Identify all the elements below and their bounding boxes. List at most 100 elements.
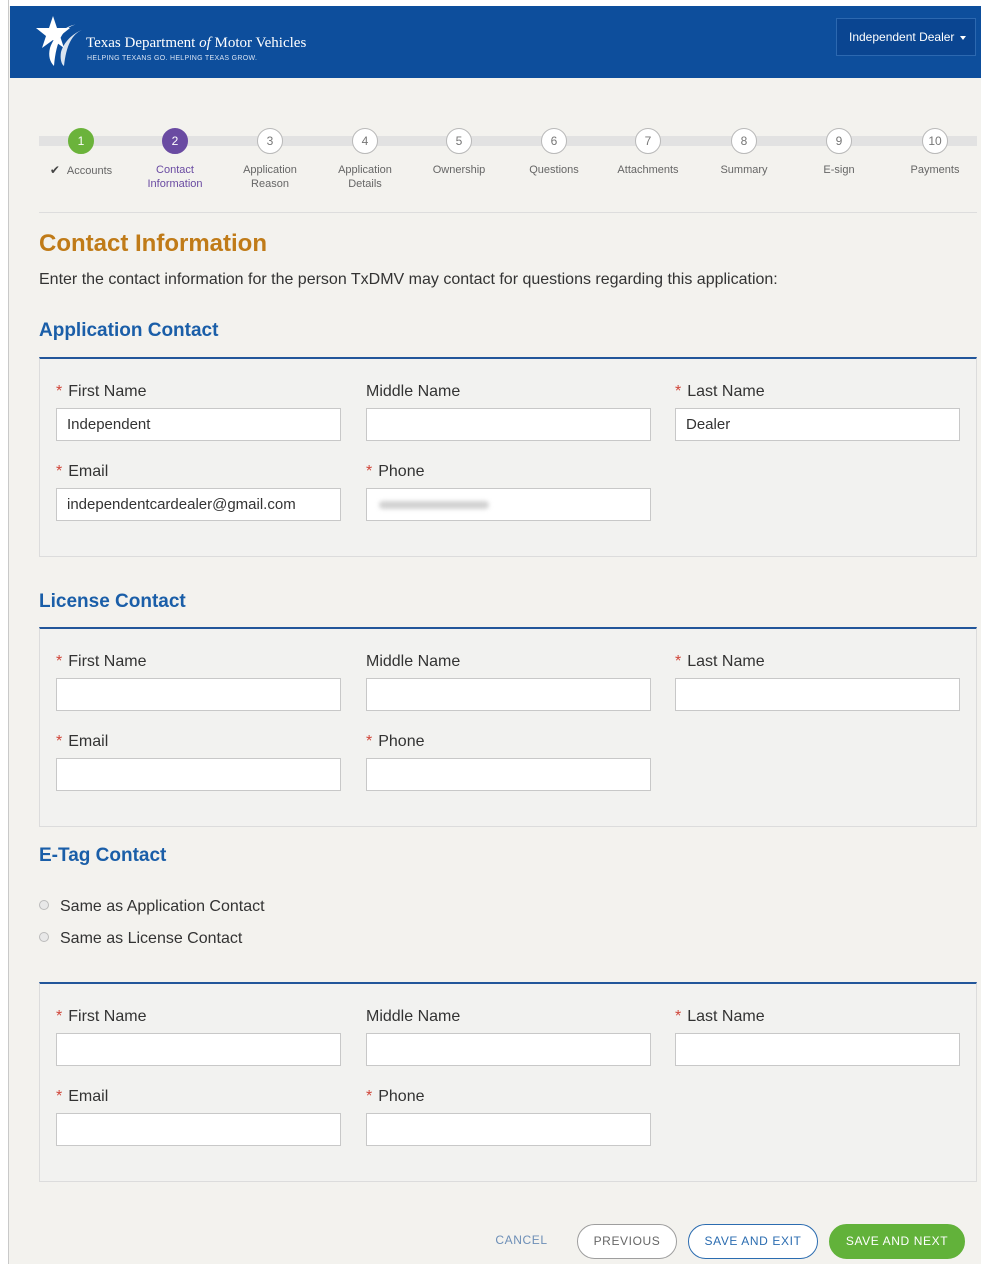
step-e-sign[interactable]: 9 E-sign — [789, 128, 889, 177]
required-marker: * — [56, 653, 63, 670]
etag-email-input[interactable] — [56, 1113, 341, 1146]
redacted-phone-value — [379, 501, 489, 509]
etag-contact-panel: * First Name Middle Name * Last Name * Emai… — [39, 982, 977, 1182]
license-phone-input[interactable] — [366, 758, 651, 791]
step-label: E-sign — [823, 164, 855, 176]
step-label-wrap: ✔ Accounts — [31, 163, 131, 178]
label-text: Email — [68, 733, 109, 750]
label-text: Last Name — [687, 1008, 765, 1025]
step-ownership[interactable]: 5 Ownership — [409, 128, 509, 177]
last-name-label: * Last Name — [675, 1008, 765, 1026]
step-number: 7 — [635, 128, 661, 154]
previous-button[interactable]: PREVIOUS — [577, 1224, 677, 1259]
step-number: 4 — [352, 128, 378, 154]
label-text: Email — [68, 463, 109, 480]
middle-name-label: Middle Name — [366, 653, 461, 670]
step-contact-information[interactable]: 2 Contact Information — [125, 128, 225, 191]
last-name-label: * Last Name — [675, 383, 765, 401]
user-menu-button[interactable]: Independent Dealer — [836, 18, 976, 56]
application-last-name-input[interactable] — [675, 408, 960, 441]
etag-middle-name-input[interactable] — [366, 1033, 651, 1066]
label-text: First Name — [68, 653, 147, 670]
radio-button[interactable] — [39, 900, 49, 910]
license-email-input[interactable] — [56, 758, 341, 791]
agency-name-part: Motor Vehicles — [210, 35, 307, 51]
label-text: Email — [68, 1088, 109, 1105]
label-text: Phone — [378, 733, 425, 750]
label-text: First Name — [68, 383, 147, 400]
site-header: Texas Department of Motor Vehicles HELPI… — [10, 6, 981, 78]
step-label: Attachments — [617, 164, 679, 176]
step-application-reason[interactable]: 3 Application Reason — [220, 128, 320, 191]
save-and-next-button[interactable]: SAVE AND NEXT — [829, 1224, 965, 1259]
step-summary[interactable]: 8 Summary — [694, 128, 794, 177]
license-contact-panel: * First Name Middle Name * Last Name * Emai… — [39, 627, 977, 827]
agency-tagline: HELPING TEXANS GO. HELPING TEXAS GROW. — [87, 55, 258, 62]
step-application-details[interactable]: 4 Application Details — [315, 128, 415, 191]
header-divider — [39, 212, 977, 213]
required-marker: * — [56, 383, 63, 400]
step-number: 3 — [257, 128, 283, 154]
label-text: Phone — [378, 1088, 425, 1105]
save-and-exit-button[interactable]: SAVE AND EXIT — [688, 1224, 818, 1259]
page-title: Contact Information — [39, 230, 267, 257]
required-marker: * — [675, 653, 682, 670]
label-text: Last Name — [687, 383, 765, 400]
step-label: Questions — [529, 164, 579, 176]
agency-name-of: of — [199, 35, 211, 51]
label-text: Phone — [378, 463, 425, 480]
required-marker: * — [56, 463, 63, 480]
step-label: Ownership — [432, 164, 486, 176]
license-middle-name-input[interactable] — [366, 678, 651, 711]
agency-name[interactable]: Texas Department of Motor Vehicles — [86, 35, 306, 52]
step-label: Application Reason — [243, 164, 297, 190]
user-menu-label: Independent Dealer — [849, 30, 955, 44]
required-marker: * — [366, 733, 373, 750]
step-number: 10 — [922, 128, 948, 154]
radio-button[interactable] — [39, 932, 49, 942]
step-payments[interactable]: 10 Payments — [885, 128, 981, 177]
application-email-input[interactable] — [56, 488, 341, 521]
step-number: 5 — [446, 128, 472, 154]
first-name-label: * First Name — [56, 653, 146, 671]
step-questions[interactable]: 6 Questions — [504, 128, 604, 177]
application-phone-input[interactable] — [366, 488, 651, 521]
required-marker: * — [675, 383, 682, 400]
step-number: 1 — [68, 128, 94, 154]
email-label: * Email — [56, 463, 108, 481]
step-label: Contact Information — [147, 164, 203, 190]
same-as-application-option[interactable]: Same as Application Contact — [39, 898, 265, 916]
required-marker: * — [56, 1088, 63, 1105]
license-last-name-input[interactable] — [675, 678, 960, 711]
etag-phone-input[interactable] — [366, 1113, 651, 1146]
email-label: * Email — [56, 733, 108, 751]
step-accounts[interactable]: 1 ✔ Accounts — [31, 128, 131, 178]
etag-first-name-input[interactable] — [56, 1033, 341, 1066]
agency-name-part: Texas Department — [86, 35, 200, 51]
required-marker: * — [366, 1088, 373, 1105]
required-marker: * — [366, 463, 373, 480]
first-name-label: * First Name — [56, 383, 146, 401]
application-first-name-input[interactable] — [56, 408, 341, 441]
texas-star-logo-icon[interactable] — [26, 12, 86, 72]
application-middle-name-input[interactable] — [366, 408, 651, 441]
step-label: Accounts — [66, 165, 113, 177]
cancel-button[interactable]: CANCEL — [484, 1224, 559, 1259]
section-title-etag-contact: E-Tag Contact — [39, 845, 167, 866]
checkmark-icon: ✔ — [49, 163, 60, 177]
middle-name-label: Middle Name — [366, 383, 461, 400]
phone-label: * Phone — [366, 1088, 425, 1106]
phone-label: * Phone — [366, 733, 425, 751]
step-label: Payments — [910, 164, 960, 176]
phone-label: * Phone — [366, 463, 425, 481]
label-text: First Name — [68, 1008, 147, 1025]
step-attachments[interactable]: 7 Attachments — [598, 128, 698, 177]
required-marker: * — [56, 1008, 63, 1025]
license-first-name-input[interactable] — [56, 678, 341, 711]
same-as-license-option[interactable]: Same as License Contact — [39, 930, 242, 948]
etag-last-name-input[interactable] — [675, 1033, 960, 1066]
step-number: 8 — [731, 128, 757, 154]
last-name-label: * Last Name — [675, 653, 765, 671]
application-contact-panel: * First Name Middle Name * Last Name * Emai… — [39, 357, 977, 557]
radio-label: Same as License Contact — [60, 930, 243, 947]
